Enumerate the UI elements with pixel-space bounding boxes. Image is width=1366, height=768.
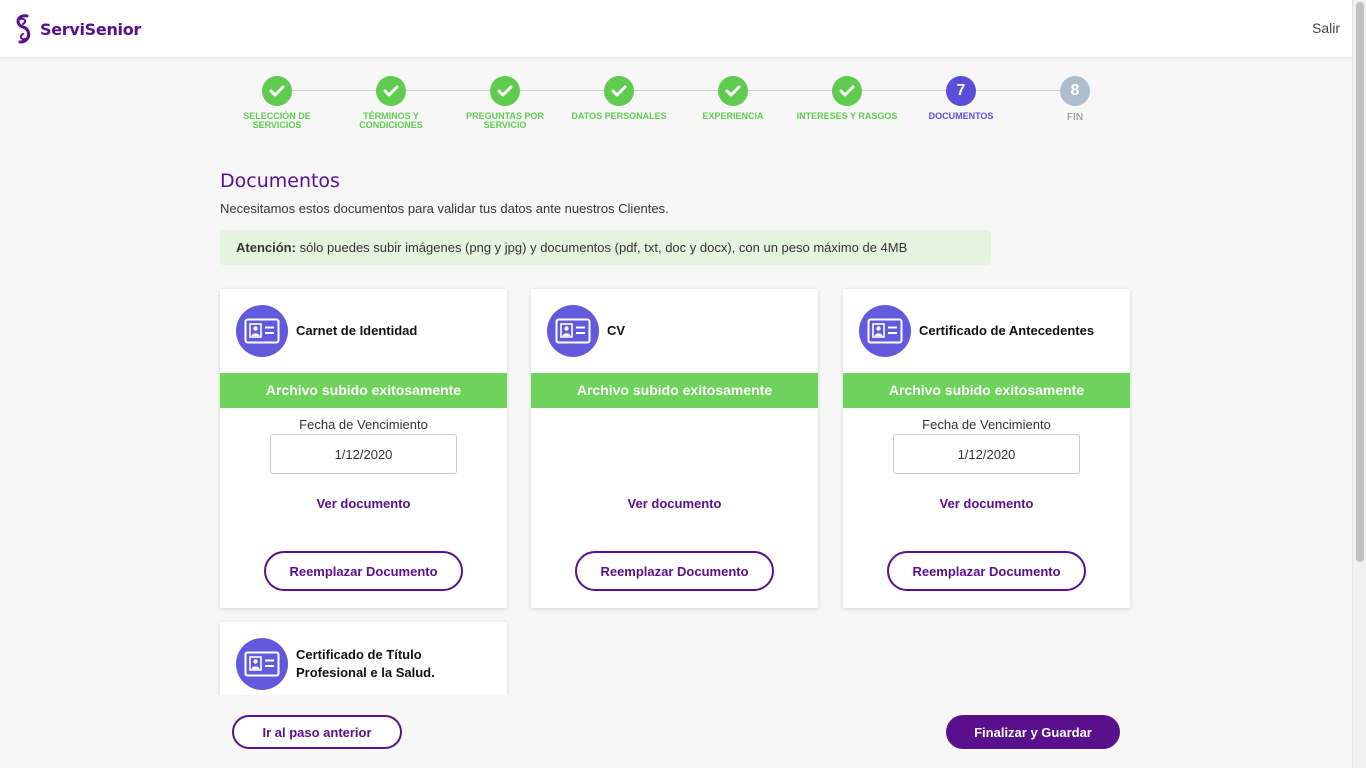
step-4: Datos personales bbox=[562, 76, 676, 121]
servisenior-logo-icon bbox=[16, 14, 31, 44]
page-scrollbar[interactable] bbox=[1352, 0, 1366, 768]
view-document-link[interactable]: Ver documento bbox=[531, 496, 818, 511]
check-icon bbox=[490, 76, 520, 106]
progress-stepper: Selección de servicios Términos y condic… bbox=[220, 76, 1132, 136]
step-7: 7 Documentos bbox=[904, 76, 1018, 121]
step-label: Experiencia bbox=[702, 111, 764, 121]
id-card-icon bbox=[236, 305, 288, 357]
replace-document-button[interactable]: Reemplazar Documento bbox=[264, 551, 463, 591]
page-title: Documentos bbox=[220, 170, 340, 192]
step-number: 7 bbox=[946, 76, 976, 106]
step-2: Términos y condiciones bbox=[334, 76, 448, 130]
card-title: Certificado de Antecedentes bbox=[919, 323, 1095, 338]
step-label: Selección de servicios bbox=[243, 111, 311, 130]
expiry-label: Fecha de Vencimiento bbox=[299, 417, 428, 432]
view-document-link[interactable]: Ver documento bbox=[220, 496, 507, 511]
alert-strong: Atención: bbox=[236, 240, 296, 255]
step-label: Términos y condiciones bbox=[359, 111, 423, 130]
replace-document-button[interactable]: Reemplazar Documento bbox=[575, 551, 774, 591]
brand-name: ServiSenior bbox=[40, 19, 142, 39]
id-card-icon bbox=[859, 305, 911, 357]
step-6: Intereses y rasgos bbox=[790, 76, 904, 121]
expiry-date-input[interactable] bbox=[893, 434, 1080, 474]
step-3: Preguntas por servicio bbox=[448, 76, 562, 130]
id-card-icon bbox=[547, 305, 599, 357]
footer-actions: Ir al paso anterior Finalizar y Guardar bbox=[0, 695, 1352, 768]
step-label: Intereses y rasgos bbox=[796, 111, 898, 121]
document-card: Carnet de Identidad Archivo subido exito… bbox=[220, 289, 507, 608]
check-icon bbox=[376, 76, 406, 106]
step-5: Experiencia bbox=[676, 76, 790, 121]
scrollbar-thumb[interactable] bbox=[1356, 2, 1364, 562]
check-icon bbox=[832, 76, 862, 106]
expiry-date-input[interactable] bbox=[270, 434, 457, 474]
top-navbar: ServiSenior Salir bbox=[0, 0, 1352, 57]
logout-link[interactable]: Salir bbox=[1312, 20, 1340, 36]
card-header: Carnet de Identidad bbox=[220, 289, 507, 373]
alert-text: sólo puedes subir imágenes (png y jpg) y… bbox=[295, 240, 908, 255]
card-header: CV bbox=[531, 289, 818, 373]
step-label: Documentos bbox=[928, 111, 994, 121]
upload-info-alert: Atención: sólo puedes subir imágenes (pn… bbox=[220, 230, 991, 265]
upload-status: Archivo subido exitosamente bbox=[843, 373, 1130, 408]
upload-status: Archivo subido exitosamente bbox=[531, 373, 818, 408]
document-card: CV Archivo subido exitosamente Ver docum… bbox=[531, 289, 818, 608]
expiry-label: Fecha de Vencimiento bbox=[922, 417, 1051, 432]
card-title: CV bbox=[607, 323, 626, 338]
check-icon bbox=[718, 76, 748, 106]
card-title: Certificado de Título Profesional e la S… bbox=[296, 647, 435, 680]
page-subtitle: Necesitamos estos documentos para valida… bbox=[220, 201, 669, 216]
view-document-link[interactable]: Ver documento bbox=[843, 496, 1130, 511]
step-8: 8 FIN bbox=[1018, 76, 1132, 123]
finish-save-button[interactable]: Finalizar y Guardar bbox=[946, 715, 1120, 749]
card-header: Certificado de Antecedentes bbox=[843, 289, 1130, 373]
step-1: Selección de servicios bbox=[220, 76, 334, 130]
check-icon bbox=[604, 76, 634, 106]
card-title: Carnet de Identidad bbox=[296, 323, 418, 338]
document-card: Certificado de Antecedentes Archivo subi… bbox=[843, 289, 1130, 608]
previous-step-button[interactable]: Ir al paso anterior bbox=[232, 715, 402, 749]
card-header: Certificado de Título Profesional e la S… bbox=[220, 622, 507, 706]
step-label: FIN bbox=[1066, 112, 1084, 123]
step-label: Preguntas por servicio bbox=[466, 111, 544, 130]
id-card-icon bbox=[236, 638, 288, 690]
step-label: Datos personales bbox=[571, 111, 667, 121]
check-icon bbox=[262, 76, 292, 106]
step-number: 8 bbox=[1060, 76, 1090, 106]
replace-document-button[interactable]: Reemplazar Documento bbox=[887, 551, 1086, 591]
upload-status: Archivo subido exitosamente bbox=[220, 373, 507, 408]
brand-logo[interactable]: ServiSenior bbox=[12, 13, 141, 45]
